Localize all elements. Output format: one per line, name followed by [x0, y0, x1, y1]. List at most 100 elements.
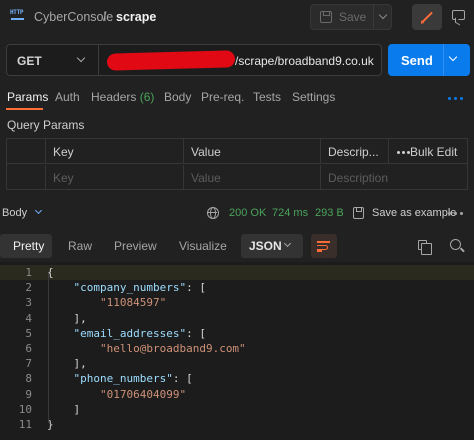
line-number: 11	[18, 418, 32, 431]
tab-pretty[interactable]: Pretty	[0, 234, 52, 258]
bulk-edit-cell: Bulk Edit	[388, 139, 467, 164]
key-header: Key	[53, 145, 74, 159]
http-icon: HTTP	[10, 9, 26, 25]
send-label: Send	[401, 53, 433, 68]
breadcrumb-separator: /	[103, 10, 107, 24]
query-params-title: Query Params	[7, 118, 85, 132]
description-input[interactable]: Description	[320, 165, 467, 190]
line-number: 7	[25, 357, 32, 371]
row-checkbox-cell	[7, 165, 45, 190]
line-number: 1	[25, 266, 32, 279]
tab-auth[interactable]: Auth	[55, 90, 80, 104]
code-line: 11}	[0, 417, 474, 432]
key-placeholder: Key	[53, 171, 74, 185]
method-select[interactable]: GET	[7, 45, 99, 75]
status-badge[interactable]: 200 OK	[229, 207, 266, 219]
tab-visualize-label: Visualize	[179, 239, 227, 253]
more-horizontal-icon[interactable]	[397, 151, 411, 154]
tab-headers[interactable]: Headers (6)	[91, 90, 154, 104]
active-tab-indicator	[6, 108, 43, 110]
code-text: "phone_numbers": [	[73, 372, 193, 386]
tab-headers-count: (6)	[139, 90, 155, 104]
response-size[interactable]: 293 B	[315, 207, 344, 219]
line-number: 6	[25, 342, 32, 355]
chevron-down-icon	[283, 239, 292, 248]
copy-icon[interactable]	[418, 240, 432, 255]
code-line: 7 ],	[0, 356, 474, 371]
code-line: 9 "01706404099"	[0, 387, 474, 402]
tab-settings[interactable]: Settings	[292, 90, 335, 104]
code-text: "11084597"	[99, 296, 167, 310]
response-time[interactable]: 724 ms	[272, 207, 308, 219]
floppy-disk-icon	[320, 11, 332, 23]
request-tabs: Params Auth Headers (6) Body Pre-req. Te…	[0, 86, 474, 110]
tab-raw-label: Raw	[68, 239, 93, 253]
redaction-mark	[106, 50, 236, 71]
wrap-lines-icon-tail	[317, 250, 322, 252]
code-text: "01706404099"	[99, 387, 187, 401]
code-line: 2 "company_numbers": [	[0, 280, 474, 295]
tab-preview-label: Preview	[114, 239, 157, 253]
comment-icon[interactable]	[452, 10, 465, 20]
chevron-down-icon	[76, 53, 86, 63]
more-horizontal-icon[interactable]	[448, 97, 466, 101]
app-header: HTTP CyberConsole / scrape Save	[0, 0, 474, 36]
line-number: 4	[25, 311, 32, 325]
more-horizontal-icon[interactable]	[448, 212, 466, 216]
tab-pretty-label: Pretty	[13, 239, 45, 253]
table-row: Key Value Description	[7, 165, 467, 190]
chevron-down-icon[interactable]	[34, 206, 43, 215]
search-icon[interactable]	[450, 239, 461, 250]
save-as-example-button[interactable]: Save as example	[372, 207, 456, 219]
value-header: Value	[191, 145, 221, 159]
code-text: ],	[47, 311, 87, 325]
tab-raw[interactable]: Raw	[60, 234, 100, 258]
tab-tests[interactable]: Tests	[253, 90, 281, 104]
save-button[interactable]: Save	[311, 5, 372, 29]
code-text: "company_numbers": [	[73, 281, 206, 295]
line-number: 9	[25, 387, 32, 401]
breadcrumb-request-name[interactable]: scrape	[116, 10, 156, 24]
send-divider	[443, 44, 444, 76]
response-body-editor[interactable]: 1{2 "company_numbers": [3 "11084597" 4 ],…	[0, 262, 474, 440]
column-header-description: Descrip...	[320, 139, 388, 164]
format-label: JSON	[249, 239, 282, 253]
key-input[interactable]: Key	[45, 165, 183, 190]
send-button[interactable]: Send	[388, 44, 470, 76]
edit-button[interactable]	[412, 4, 442, 30]
value-placeholder: Value	[191, 171, 221, 185]
save-options-button[interactable]	[373, 5, 392, 29]
chevron-down-icon[interactable]	[448, 52, 458, 62]
code-line: 1{	[0, 265, 474, 280]
wrap-lines-button[interactable]	[311, 234, 337, 258]
tab-headers-label: Headers	[91, 90, 137, 104]
code-line: 6 "hello@broadband9.com"	[0, 341, 474, 356]
breadcrumb-workspace[interactable]: CyberConsole	[34, 10, 113, 24]
checkbox-column-header	[7, 139, 45, 164]
chevron-down-icon	[378, 10, 388, 20]
tab-visualize[interactable]: Visualize	[170, 234, 232, 258]
bulk-edit-button[interactable]: Bulk Edit	[410, 145, 457, 159]
value-input[interactable]: Value	[183, 165, 320, 190]
code-line: 8 "phone_numbers": [	[0, 371, 474, 386]
description-header: Descrip...	[328, 145, 379, 159]
response-bar: Body 200 OK 724 ms 293 B Save as example	[0, 200, 474, 226]
column-header-value: Value	[183, 139, 320, 164]
globe-icon[interactable]	[207, 207, 219, 219]
tab-params[interactable]: Params	[7, 90, 48, 104]
code-text: "email_addresses": [	[73, 326, 206, 340]
code-line: 10 ]	[0, 402, 474, 417]
tab-pre-request[interactable]: Pre-req.	[201, 90, 244, 104]
tab-preview[interactable]: Preview	[106, 234, 162, 258]
response-body-select[interactable]: Body	[2, 207, 27, 219]
tab-body[interactable]: Body	[164, 90, 191, 104]
url-bar: GET /scrape/broadband9.co.uk	[6, 44, 382, 76]
indent-guide	[48, 273, 49, 423]
line-number: 5	[25, 326, 32, 340]
url-input[interactable]: /scrape/broadband9.co.uk	[235, 54, 374, 68]
code-text: ],	[47, 357, 87, 371]
floppy-disk-icon	[353, 207, 364, 219]
wrap-lines-icon	[317, 241, 330, 243]
query-params-table: Key Value Descrip... Bulk Edit Key Value…	[6, 138, 468, 190]
format-select[interactable]: JSON	[241, 234, 303, 258]
